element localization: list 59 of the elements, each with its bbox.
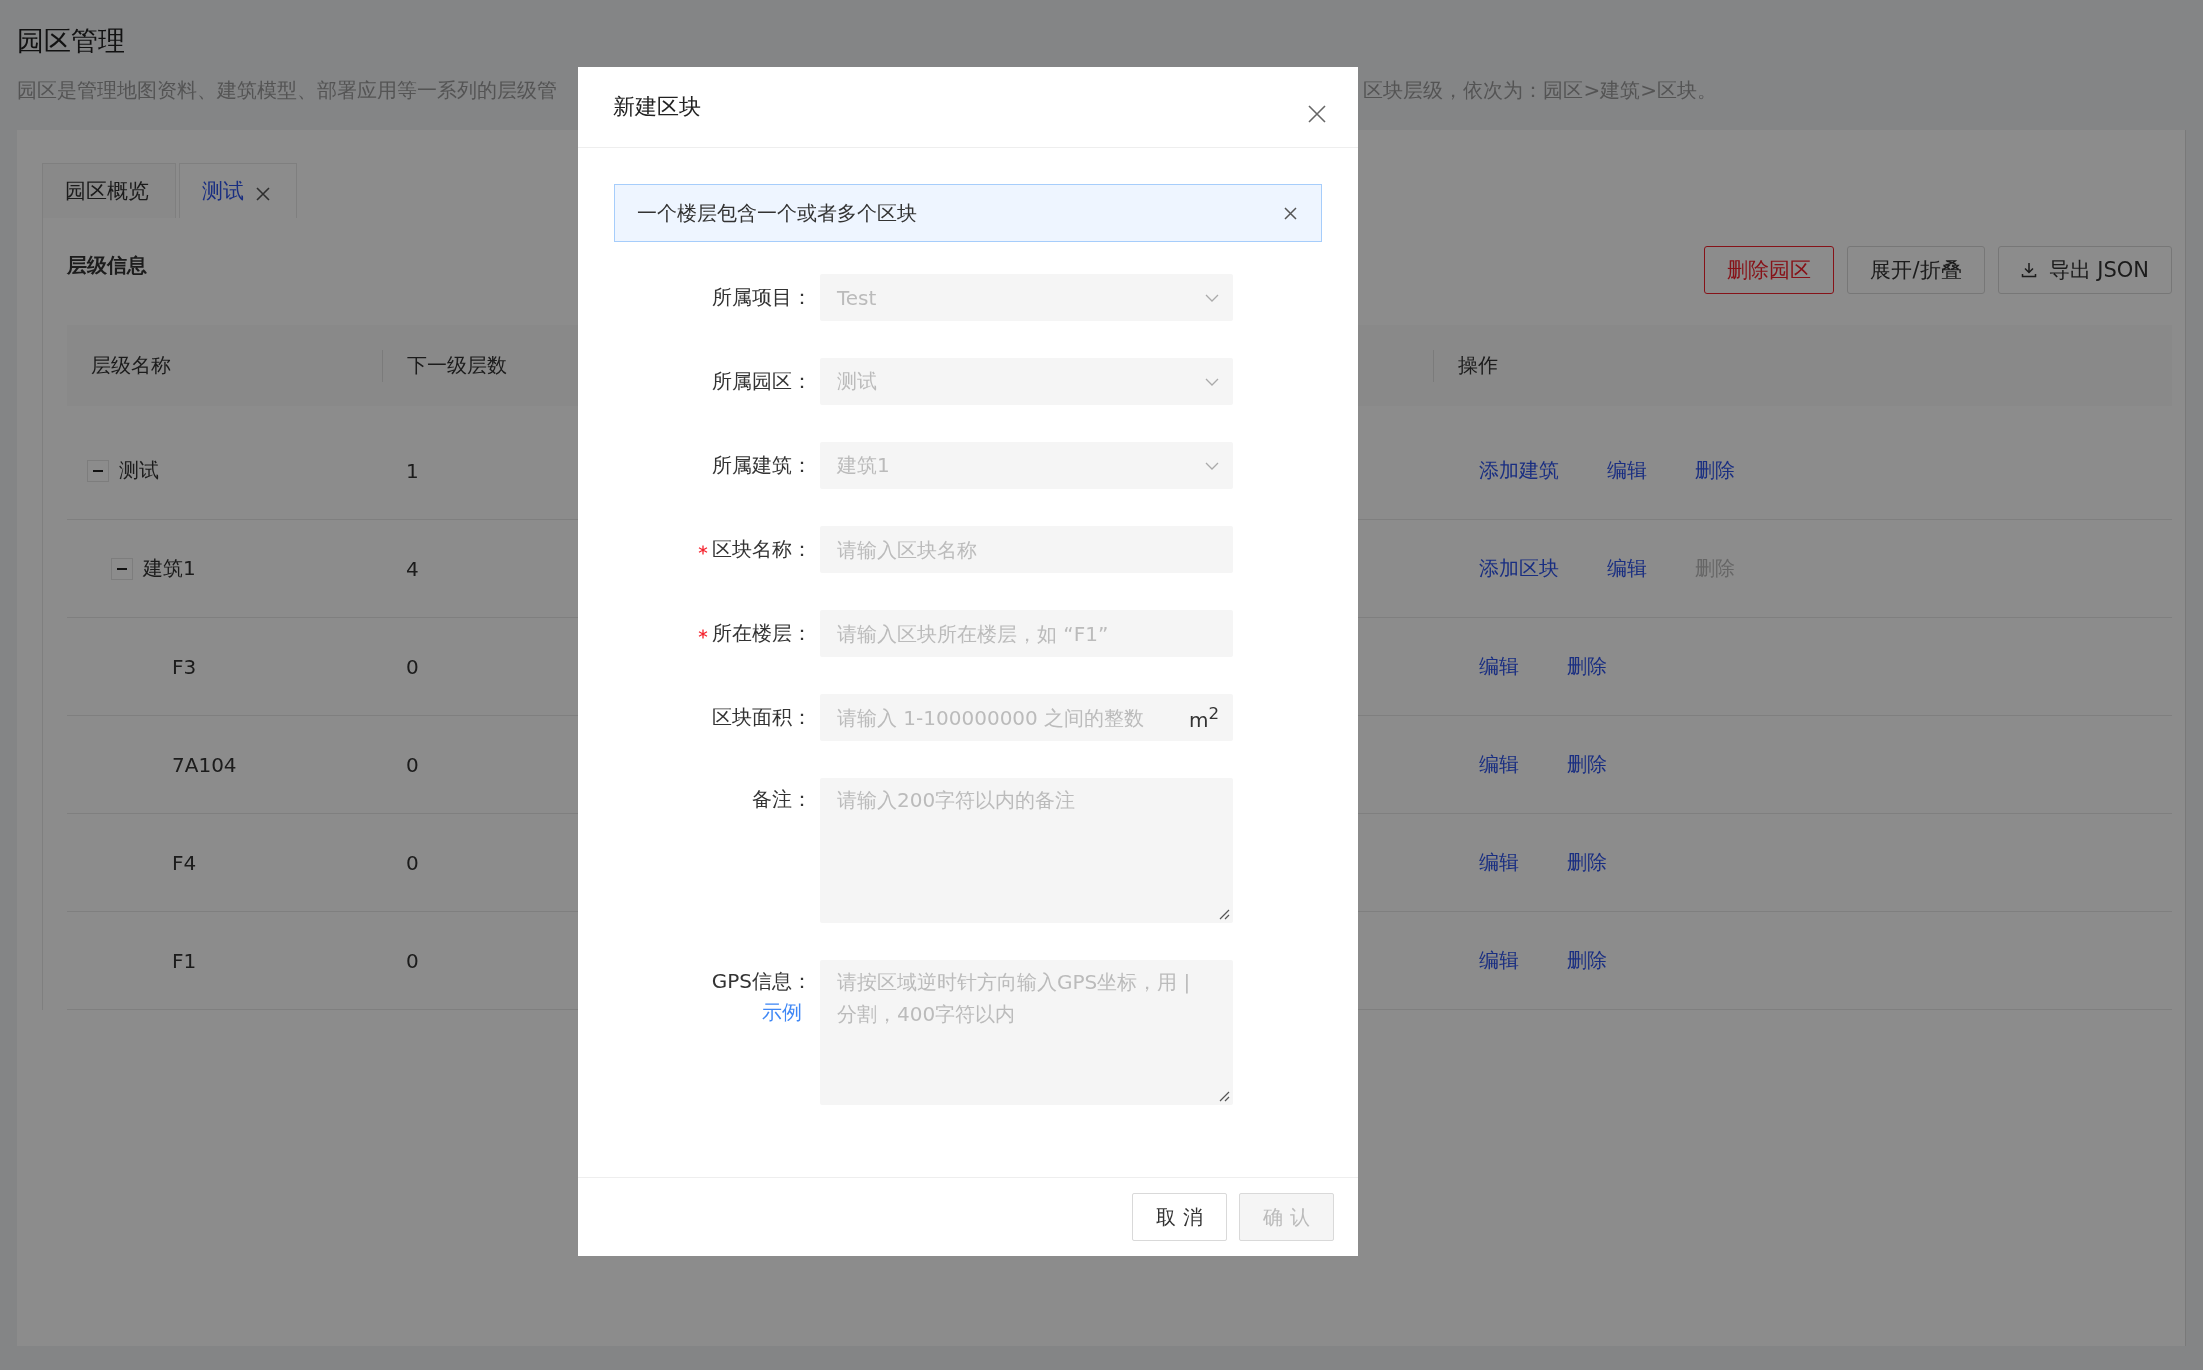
action-link[interactable]: 编辑 <box>1607 457 1647 484</box>
dialog-title: 新建区块 <box>613 93 701 121</box>
toggle-button[interactable]: 展开/折叠 <box>1847 246 1985 294</box>
chevron-down-icon <box>1205 293 1219 302</box>
table-cell: 0 <box>406 850 419 875</box>
action-link[interactable]: 编辑 <box>1479 947 1519 974</box>
table-cell: 4 <box>406 556 419 581</box>
field-label: 区块面积： <box>712 704 812 731</box>
export-button[interactable]: 导出 JSON <box>1997 246 2172 294</box>
field-label: 所属项目： <box>712 284 812 311</box>
table-cell: 0 <box>406 654 419 679</box>
action-link[interactable]: 编辑 <box>1479 751 1519 778</box>
tab[interactable]: 测试 <box>179 163 297 218</box>
close-icon[interactable] <box>1284 206 1297 220</box>
column-header: 操作 <box>1433 349 2172 382</box>
action-link[interactable]: 删除 <box>1567 849 1607 876</box>
alert-text: 一个楼层包含一个或者多个区块 <box>637 199 917 227</box>
tree-node-name: F4 <box>172 850 197 875</box>
download-icon <box>2020 262 2037 278</box>
cancel-button[interactable]: 取 消 <box>1132 1193 1227 1241</box>
action-link[interactable]: 添加建筑 <box>1479 457 1559 484</box>
action-link[interactable]: 删除 <box>1695 457 1735 484</box>
example-link[interactable]: 示例 <box>762 999 802 1026</box>
collapse-icon[interactable] <box>87 459 109 482</box>
chevron-down-icon <box>1205 377 1219 386</box>
action-link[interactable]: 编辑 <box>1479 653 1519 680</box>
table-cell: 0 <box>406 948 419 973</box>
delete-button[interactable]: 删除园区 <box>1704 246 1835 294</box>
table-cell: 1 <box>406 458 419 483</box>
close-icon[interactable] <box>1308 105 1326 123</box>
field-label: 所属建筑： <box>712 452 812 479</box>
field-label: GPS信息： <box>711 968 812 995</box>
close-icon[interactable] <box>256 187 270 201</box>
text-area[interactable]: 请按区域逆时针方向输入GPS坐标，用 | 分割，400字符以内 <box>820 960 1233 1105</box>
chevron-down-icon <box>1205 461 1219 470</box>
action-link[interactable]: 添加区块 <box>1479 555 1559 582</box>
action-link[interactable]: 编辑 <box>1607 555 1647 582</box>
tree-node-name: 建筑1 <box>143 555 196 582</box>
action-link[interactable]: 删除 <box>1567 947 1607 974</box>
table-cell: 0 <box>406 752 419 777</box>
collapse-icon[interactable] <box>111 557 133 580</box>
section-title: 层级信息 <box>67 252 147 279</box>
column-header: 层级名称 <box>90 352 172 379</box>
input-field[interactable]: 请输入区块名称 <box>820 526 1233 573</box>
resize-handle-icon <box>1219 909 1230 920</box>
action-link[interactable]: 编辑 <box>1479 849 1519 876</box>
tree-node-name: 测试 <box>119 457 159 484</box>
page-title: 园区管理 <box>17 24 126 58</box>
input-field[interactable]: 请输入区块所在楼层，如 “F1” <box>820 610 1233 657</box>
unit-label: m$^{2}$ <box>1188 704 1219 732</box>
text-area[interactable]: 请输入200字符以内的备注 <box>820 778 1233 923</box>
action-link[interactable]: 删除 <box>1567 653 1607 680</box>
field-label: 备注： <box>752 786 812 813</box>
tree-node-name: F1 <box>172 948 197 973</box>
action-link[interactable]: 删除 <box>1567 751 1607 778</box>
tree-node-name: 7A104 <box>172 752 237 777</box>
tree-node-name: F3 <box>172 654 197 679</box>
resize-handle-icon <box>1219 1091 1230 1102</box>
tab[interactable]: 园区概览 <box>42 163 176 218</box>
